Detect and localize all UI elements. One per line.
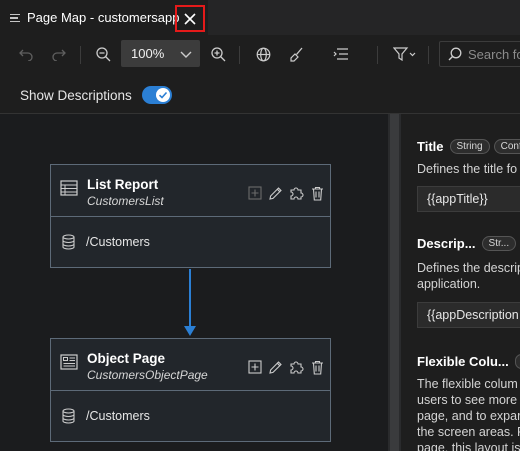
node-title: Object Page <box>87 351 166 366</box>
filter-button[interactable] <box>390 35 420 73</box>
globe-icon <box>256 47 270 61</box>
description-line: application. <box>417 277 481 291</box>
toolbar-separator <box>80 46 81 64</box>
node-subtitle: CustomersList <box>87 194 164 208</box>
description-line: page, and to expar <box>417 409 520 423</box>
type-badge: Str... <box>481 236 517 251</box>
toolbar-separator <box>377 46 378 64</box>
toolbar-separator <box>428 46 429 64</box>
toolbar: 100% Search fo <box>0 35 520 73</box>
add-icon[interactable] <box>248 360 262 374</box>
property-description: Defines the descrip application. <box>417 260 520 292</box>
database-icon <box>62 234 75 250</box>
check-icon <box>158 91 167 99</box>
property-name: Descrip... <box>417 236 476 251</box>
node-actions <box>248 359 324 375</box>
puzzle-icon[interactable] <box>289 185 305 201</box>
node-entity-row: /Customers <box>51 217 330 267</box>
page-node-object-page[interactable]: Object Page CustomersObjectPage /Custome… <box>50 338 331 442</box>
undo-button[interactable] <box>16 35 36 73</box>
redo-icon <box>52 49 66 61</box>
tab-bar: Page Map - customersapp <box>0 0 520 35</box>
search-placeholder: Search fo <box>468 46 520 62</box>
description-line: users to see more <box>417 393 518 407</box>
delete-icon[interactable] <box>311 186 324 201</box>
redo-button[interactable] <box>49 35 69 73</box>
property-panel: Title String Conf Defines the title fo {… <box>401 114 520 451</box>
clean-button[interactable] <box>286 35 306 73</box>
node-actions <box>248 185 324 201</box>
filter-icon <box>393 47 416 61</box>
toolbar-separator <box>239 46 240 64</box>
zoom-value: 100% <box>131 46 165 61</box>
description-line: the screen areas. F <box>417 425 520 439</box>
object-page-icon <box>60 354 78 370</box>
undo-icon <box>19 49 33 61</box>
zoom-in-icon <box>210 46 225 61</box>
description-input[interactable]: {{appDescription <box>417 302 520 328</box>
broom-icon <box>289 47 302 62</box>
config-badge: Conf <box>493 139 520 154</box>
edit-icon[interactable] <box>268 186 283 201</box>
property-name: Title <box>417 139 444 154</box>
description-line: page, this layout is <box>417 441 520 451</box>
node-entity: /Customers <box>86 235 150 249</box>
search-icon <box>448 47 462 61</box>
navigation-connector <box>189 269 191 332</box>
zoom-in-button[interactable] <box>208 35 228 73</box>
type-badge <box>514 354 520 369</box>
type-badge: String <box>449 139 490 154</box>
edit-icon[interactable] <box>268 360 283 375</box>
property-description: Defines the title fo <box>417 162 518 176</box>
description-line: The flexible colum <box>417 377 518 391</box>
globe-button[interactable] <box>253 35 273 73</box>
show-descriptions-toggle[interactable] <box>141 86 172 104</box>
show-descriptions-label: Show Descriptions <box>20 87 132 103</box>
property-title-row: Title String Conf <box>417 139 520 154</box>
title-input[interactable]: {{appTitle}} <box>417 186 520 212</box>
database-icon <box>62 408 75 424</box>
tab-title: Page Map - customersapp <box>27 10 180 25</box>
node-entity-row: /Customers <box>51 391 330 441</box>
node-title: List Report <box>87 177 159 192</box>
zoom-out-icon <box>95 46 110 61</box>
node-header: Object Page CustomersObjectPage <box>51 339 330 391</box>
close-icon <box>184 12 196 25</box>
table-icon <box>60 180 78 196</box>
zoom-out-button[interactable] <box>93 35 113 73</box>
node-subtitle: CustomersObjectPage <box>87 368 208 382</box>
close-tab-button[interactable] <box>175 5 205 32</box>
puzzle-icon[interactable] <box>289 359 305 375</box>
property-description: The flexible colum users to see more pag… <box>417 376 520 451</box>
list-arrange-icon <box>333 48 348 60</box>
property-title-row: Flexible Colu... <box>417 354 520 369</box>
description-line: Defines the descrip <box>417 261 520 275</box>
node-entity: /Customers <box>86 409 150 423</box>
menu-icon <box>10 12 22 24</box>
zoom-select[interactable]: 100% <box>121 40 200 67</box>
toggle-knob <box>155 88 170 102</box>
search-input[interactable]: Search fo <box>439 41 520 67</box>
chevron-down-icon <box>180 51 192 58</box>
scrollbar-thumb[interactable] <box>390 114 399 451</box>
node-header: List Report CustomersList <box>51 165 330 217</box>
delete-icon[interactable] <box>311 360 324 375</box>
page-node-list-report[interactable]: List Report CustomersList /Customers <box>50 164 331 268</box>
property-name: Flexible Colu... <box>417 354 509 369</box>
add-icon[interactable] <box>248 186 262 200</box>
property-title-row: Descrip... Str... <box>417 236 520 251</box>
show-descriptions-row: Show Descriptions <box>20 84 172 106</box>
connector-arrowhead <box>184 326 196 336</box>
arrange-button[interactable] <box>331 35 351 73</box>
